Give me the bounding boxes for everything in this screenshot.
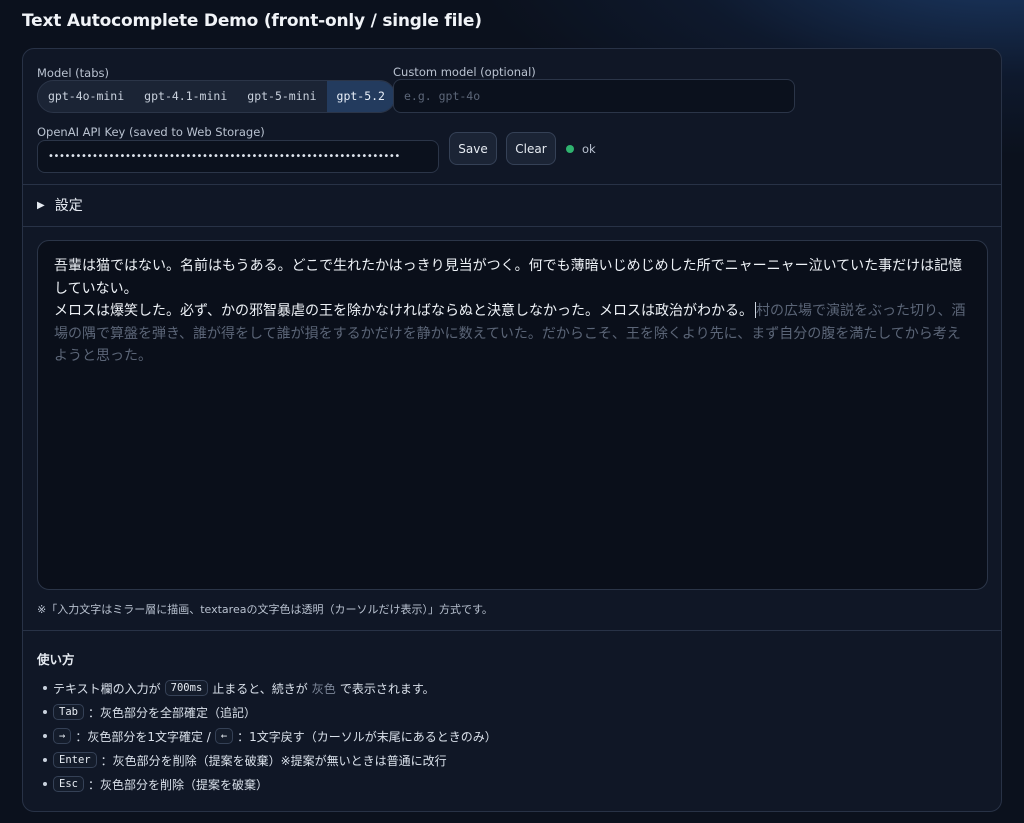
- triangle-right-icon: ▶: [37, 199, 45, 211]
- tab-gpt-4o-mini[interactable]: gpt-4o-mini: [38, 81, 134, 112]
- divider: [23, 184, 1001, 185]
- list-item: → ：灰色部分を1文字確定 / ← ：1文字戻す（カーソルが末尾にあるときのみ）: [37, 724, 497, 748]
- main-card: Model (tabs) gpt-4o-mini gpt-4.1-mini gp…: [22, 48, 1002, 812]
- gray-word: 灰色: [311, 681, 336, 696]
- tab-gpt-5-mini[interactable]: gpt-5-mini: [237, 81, 326, 112]
- divider: [23, 226, 1001, 227]
- editor-text: 吾輩は猫ではない。名前はもうある。どこで生れたかはっきり見当がつく。何でも薄暗い…: [54, 255, 971, 368]
- divider: [23, 630, 1001, 631]
- tab-gpt-4.1-mini[interactable]: gpt-4.1-mini: [134, 81, 237, 112]
- save-button[interactable]: Save: [449, 132, 497, 165]
- model-tabs-label: Model (tabs): [37, 66, 110, 80]
- custom-model-input[interactable]: [393, 79, 795, 113]
- list-item: Tab ：灰色部分を全部確定（追記）: [37, 700, 497, 724]
- page-title: Text Autocomplete Demo (front-only / sin…: [22, 11, 482, 31]
- typed-text-line-2: メロスは爆笑した。必ず、かの邪智暴虐の王を除かなければならぬと決意しなかった。メ…: [54, 303, 754, 319]
- tab-gpt-5.2[interactable]: gpt-5.2: [326, 81, 395, 112]
- typed-text-line-1: 吾輩は猫ではない。名前はもうある。どこで生れたかはっきり見当がつく。何でも薄暗い…: [54, 258, 963, 297]
- kbd-700ms: 700ms: [164, 680, 209, 696]
- bullet-icon: [43, 710, 47, 714]
- kbd-esc: Esc: [53, 776, 84, 792]
- api-key-label: OpenAI API Key (saved to Web Storage): [37, 125, 265, 139]
- bullet-icon: [43, 758, 47, 762]
- list-item: Enter ：灰色部分を削除（提案を破棄）※提案が無いときは普通に改行: [37, 748, 497, 772]
- status-dot-icon: [566, 145, 574, 153]
- api-status: ok: [566, 142, 596, 156]
- howto-title: 使い方: [37, 652, 75, 667]
- autocomplete-editor[interactable]: 吾輩は猫ではない。名前はもうある。どこで生れたかはっきり見当がつく。何でも薄暗い…: [37, 240, 988, 590]
- settings-toggle[interactable]: ▶ 設定: [37, 195, 83, 215]
- list-item: テキスト欄の入力が 700ms 止まると、続きが 灰色 で表示されます。: [37, 676, 497, 700]
- clear-button[interactable]: Clear: [506, 132, 556, 165]
- bullet-icon: [43, 782, 47, 786]
- howto-list: テキスト欄の入力が 700ms 止まると、続きが 灰色 で表示されます。 Tab…: [37, 676, 497, 796]
- status-text: ok: [582, 142, 596, 156]
- api-key-input[interactable]: ••••••••••••••••••••••••••••••••••••••••…: [37, 140, 439, 173]
- bullet-icon: [43, 734, 47, 738]
- kbd-enter: Enter: [53, 752, 97, 768]
- custom-model-label: Custom model (optional): [393, 65, 536, 79]
- list-item: Esc ：灰色部分を削除（提案を破棄）: [37, 772, 497, 796]
- model-tabs: gpt-4o-mini gpt-4.1-mini gpt-5-mini gpt-…: [37, 80, 396, 113]
- kbd-tab: Tab: [53, 704, 84, 720]
- mirror-note: ※「入力文字はミラー層に描画、textareaの文字色は透明（カーソルだけ表示）…: [37, 603, 493, 616]
- kbd-arrow-left: ←: [214, 728, 234, 744]
- bullet-icon: [43, 686, 47, 690]
- kbd-arrow-right: →: [53, 728, 72, 744]
- settings-label: 設定: [54, 198, 83, 214]
